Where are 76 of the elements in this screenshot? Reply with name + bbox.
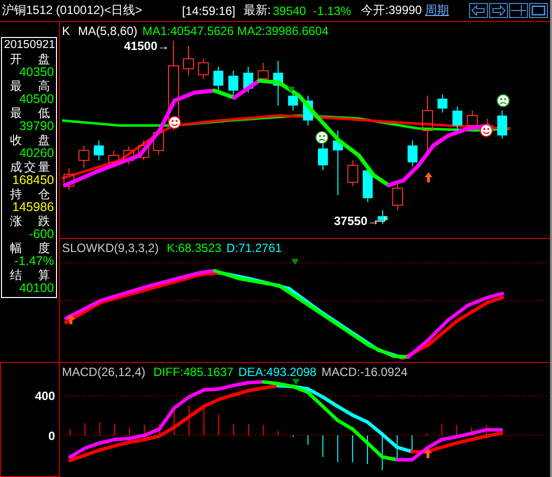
date-label: 20150921 bbox=[4, 39, 54, 52]
candlestick bbox=[243, 66, 254, 94]
change-percent: -1.13% bbox=[313, 4, 352, 18]
candlestick bbox=[273, 60, 284, 106]
field-label: 涨 跌 bbox=[9, 214, 51, 228]
field-label: 持 仓 bbox=[9, 188, 51, 201]
candlestick bbox=[123, 146, 134, 165]
right-arrow-icon[interactable] bbox=[489, 3, 508, 18]
instrument-title: 沪铜1512 (010012)<日线> bbox=[2, 2, 144, 19]
field-value: 40350 bbox=[18, 66, 54, 80]
split-view-icon[interactable] bbox=[509, 3, 528, 18]
field-value: 168450 bbox=[11, 174, 54, 188]
field-value: 145986 bbox=[11, 201, 54, 214]
candlestick bbox=[63, 168, 74, 191]
field-value: 40100 bbox=[18, 282, 54, 296]
maximize-icon[interactable] bbox=[529, 3, 548, 18]
up-arrow-icon bbox=[424, 172, 432, 182]
d-value: D:71.2761 bbox=[226, 241, 282, 255]
indicator-label: MA(5,8,60) bbox=[78, 24, 138, 38]
time-label: [14:59:16] bbox=[182, 4, 236, 18]
frown-icon bbox=[315, 131, 328, 144]
candlestick bbox=[497, 110, 508, 139]
axis-tick-label: 400 bbox=[34, 389, 55, 403]
candlestick bbox=[213, 66, 224, 92]
open-price: 今开:39990 bbox=[361, 2, 422, 19]
high-price-marker: 41500→ bbox=[124, 39, 170, 53]
candlestick bbox=[347, 160, 358, 187]
candlestick bbox=[362, 170, 373, 203]
dea-value: DEA:493.2098 bbox=[238, 365, 316, 379]
candlestick bbox=[94, 140, 104, 161]
field-value: -1.47% bbox=[13, 255, 54, 268]
candlestick bbox=[78, 144, 90, 169]
candlestick bbox=[138, 140, 150, 161]
candlestick bbox=[183, 45, 194, 76]
field-label: 幅 度 bbox=[9, 242, 51, 255]
candlestick bbox=[392, 182, 404, 211]
field-value: 40500 bbox=[18, 93, 54, 106]
candlestick bbox=[198, 58, 209, 80]
latest-label: 最新: bbox=[243, 2, 271, 19]
macd-value: MACD:-16.0924 bbox=[321, 365, 408, 379]
indicator-label: SLOWKD(9,3,3,2) bbox=[62, 241, 159, 255]
field-label: 收 盘 bbox=[9, 134, 51, 147]
left-arrow-icon[interactable] bbox=[469, 3, 488, 18]
candlestick bbox=[228, 70, 238, 96]
smiley-icon bbox=[480, 124, 493, 137]
candlestick bbox=[422, 95, 433, 151]
latest-price: 39540 bbox=[272, 4, 306, 18]
frown-icon bbox=[496, 94, 510, 108]
candlestick bbox=[303, 95, 313, 126]
chart-type-label: K bbox=[62, 24, 70, 38]
field-label: 结 算 bbox=[9, 268, 51, 282]
smiley-icon bbox=[168, 116, 181, 129]
low-price-marker: 37550→ bbox=[334, 214, 380, 228]
candlestick bbox=[437, 94, 448, 114]
triangle-marker-icon bbox=[291, 258, 300, 265]
indicator-values: MA1:40547.5626 MA2:39986.6604 bbox=[142, 24, 329, 38]
up-arrow-icon bbox=[424, 448, 432, 458]
candlestick bbox=[452, 106, 462, 131]
field-label: 最 高 bbox=[9, 80, 51, 93]
field-label: 成交量 bbox=[9, 160, 51, 174]
candlestick bbox=[332, 130, 343, 196]
indicator-label: MACD(26,12,4) bbox=[62, 365, 146, 379]
triangle-marker-icon bbox=[292, 378, 300, 385]
field-value: -600 bbox=[28, 228, 54, 242]
field-label: 开 盘 bbox=[9, 52, 51, 66]
triangle-marker-icon bbox=[287, 86, 296, 93]
field-value: 39790 bbox=[18, 120, 54, 134]
field-value: 40260 bbox=[18, 147, 54, 160]
axis-tick-label: 0 bbox=[48, 429, 55, 443]
diff-value: DIFF:485.1637 bbox=[153, 365, 234, 379]
up-arrow-icon bbox=[66, 314, 75, 324]
candlestick bbox=[378, 210, 388, 225]
period-link[interactable]: 周期 bbox=[425, 2, 449, 19]
field-label: 最 低 bbox=[9, 106, 51, 120]
candlestick bbox=[408, 140, 418, 167]
k-value: K:68.3523 bbox=[166, 241, 222, 255]
